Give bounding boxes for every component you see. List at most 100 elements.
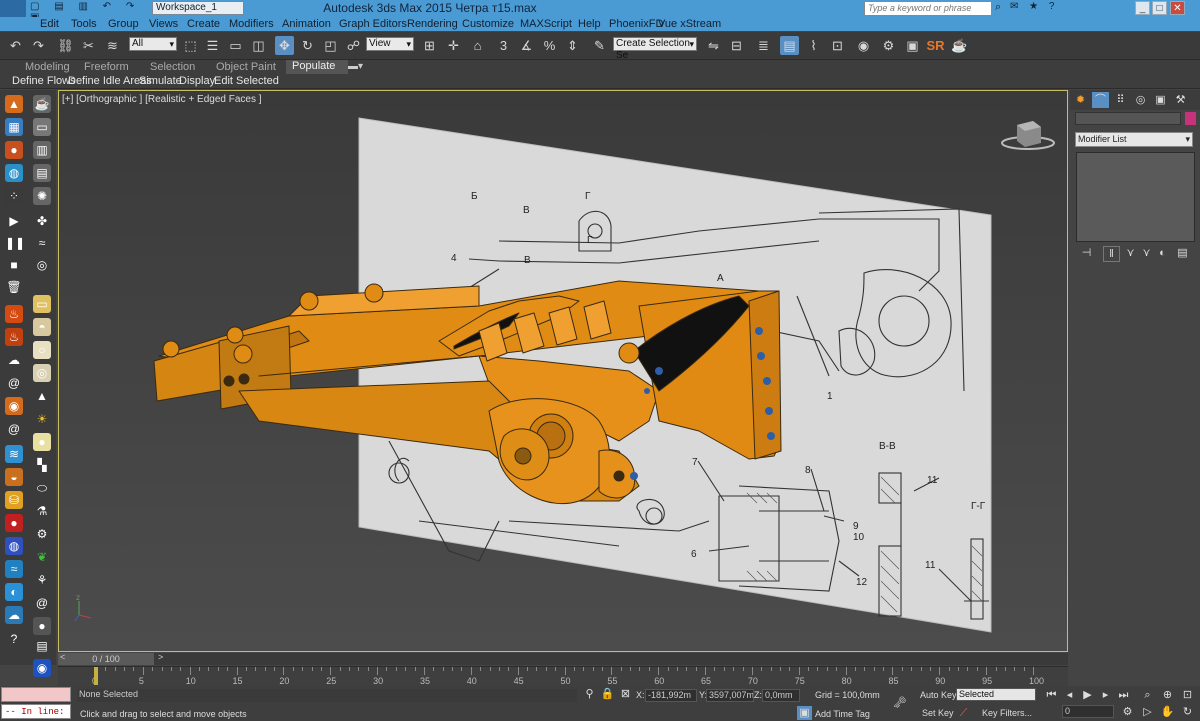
menu-create[interactable]: Create [187, 18, 220, 30]
curve-editor-icon[interactable]: ⌇ [804, 36, 823, 55]
next-frame-button-icon[interactable]: ▸ [1098, 688, 1113, 702]
tab-modeling[interactable]: Modeling [25, 61, 70, 73]
z-coordinate-field[interactable]: 0,0mm [762, 689, 800, 702]
time-tag-icon[interactable]: ▣ [797, 706, 812, 720]
pause-icon[interactable]: ❚❚ [5, 234, 25, 252]
trash-icon[interactable]: 🗑 [5, 278, 23, 296]
plant-icon[interactable]: ❦ [33, 548, 51, 566]
tab-populate[interactable]: Populate [286, 60, 348, 74]
create-tab-icon[interactable]: ✹ [1072, 92, 1089, 108]
pan-icon[interactable]: ✋ [1160, 705, 1175, 719]
time-slider[interactable]: 0 / 100 < > [58, 652, 1068, 665]
field-of-view-icon[interactable]: ▷ [1140, 705, 1155, 719]
create-geometry-icon[interactable]: ▲ [5, 95, 23, 113]
reference-coordinate-dropdown[interactable]: View [366, 37, 414, 51]
spinner-snap-icon[interactable]: ⇕ [563, 36, 582, 55]
menu-help[interactable]: Help [578, 18, 601, 30]
zoom-icon[interactable]: ⌕ [1140, 688, 1155, 702]
menu-group[interactable]: Group [108, 18, 139, 30]
align-icon[interactable]: ⊟ [727, 36, 746, 55]
stop-icon[interactable]: ■ [5, 256, 23, 274]
bucket-icon[interactable]: ⛁ [5, 491, 23, 509]
edit-named-selection-icon[interactable]: ✎ [590, 36, 609, 55]
remove-modifier-icon[interactable]: ⋎ [1139, 246, 1154, 260]
checker-icon[interactable]: ▚ [33, 456, 51, 474]
display-tab-icon[interactable]: ▣ [1152, 92, 1169, 108]
auto-key-button[interactable]: Auto Key [920, 690, 957, 700]
cloud-icon[interactable]: ☁ [5, 606, 23, 624]
sun-icon[interactable]: ☀ [33, 410, 51, 428]
object-color-swatch[interactable] [1185, 112, 1196, 125]
current-frame-field[interactable]: 0 [1062, 705, 1114, 718]
simulate-button[interactable]: Simulate [139, 75, 182, 87]
link-icon[interactable]: ⛓ [56, 36, 75, 55]
ribbon-options-icon[interactable]: ▬▾ [348, 61, 363, 72]
wind-icon[interactable]: ≈ [33, 234, 51, 252]
material-editor-icon[interactable]: ◉ [854, 36, 873, 55]
sphere-icon[interactable]: ● [5, 141, 23, 159]
gear-icon[interactable]: ⚙ [33, 525, 51, 543]
motion-tab-icon[interactable]: ◎ [1132, 92, 1149, 108]
toggle-ribbon-icon[interactable]: ▤ [780, 36, 799, 55]
select-manipulate-icon[interactable]: ✛ [444, 36, 463, 55]
snaps-toggle-icon[interactable]: 3 [494, 36, 513, 55]
y-coordinate-field[interactable]: 3597,007m [706, 689, 754, 702]
absolute-mode-icon[interactable]: ⊠ [618, 687, 633, 701]
add-time-tag[interactable]: Add Time Tag [815, 709, 870, 719]
camera-icon[interactable]: ◎ [33, 256, 51, 274]
zoom-all-icon[interactable]: ⊕ [1160, 688, 1175, 702]
water-icon[interactable]: ≋ [5, 445, 23, 463]
menu-phoenixfd[interactable]: PhoenixFD [609, 18, 663, 30]
maxscript-listener-box[interactable] [1, 687, 71, 702]
search-input[interactable]: Type a keyword or phrase [864, 1, 992, 16]
help-icon[interactable]: ? [5, 630, 23, 648]
unlink-icon[interactable]: ✂ [79, 36, 98, 55]
dome-icon[interactable]: ◓ [33, 318, 51, 336]
grid-icon[interactable]: ▤ [33, 164, 51, 182]
menu-rendering[interactable]: Rendering [407, 18, 458, 30]
menu-customize[interactable]: Customize [462, 18, 514, 30]
current-frame-marker[interactable] [94, 667, 98, 685]
next-frame-icon[interactable]: > [158, 652, 163, 662]
show-end-result-icon[interactable]: ‖ [1103, 246, 1120, 262]
mirror-icon[interactable]: ⇋ [704, 36, 723, 55]
named-selection-sets-dropdown[interactable]: Create Selection Se [613, 37, 697, 61]
scanline-render-icon[interactable]: SR [926, 36, 945, 55]
orbit-icon[interactable]: ↻ [1180, 705, 1195, 719]
key-mode-dropdown[interactable]: Selected [956, 688, 1036, 701]
plane-icon[interactable]: ▭ [33, 118, 51, 136]
help-icons[interactable]: ✉ ★ ? [1010, 1, 1058, 12]
cone-icon[interactable]: ▲ [33, 387, 51, 405]
teapot-icon[interactable]: ☕ [33, 95, 51, 113]
redo-icon[interactable]: ↷ [29, 36, 48, 55]
modifier-stack[interactable] [1076, 152, 1195, 242]
box-icon[interactable]: ▦ [5, 118, 23, 136]
configure-sets-icon[interactable]: ▤ [1175, 246, 1190, 260]
disc-icon[interactable]: ○ [33, 341, 51, 359]
window-crossing-icon[interactable]: ◫ [249, 36, 268, 55]
pivot-center-icon[interactable]: ⊞ [420, 36, 439, 55]
make-unique-icon[interactable]: ⋎ [1123, 246, 1138, 260]
menu-views[interactable]: Views [149, 18, 178, 30]
track-bar[interactable]: 0510152025303540455055606570758085909510… [58, 666, 1068, 687]
minimize-button[interactable]: _ [1135, 1, 1150, 15]
globe-icon[interactable]: ◍ [5, 537, 23, 555]
smoke-icon[interactable]: ☁ [5, 351, 23, 369]
play-icon[interactable]: ▶ [5, 212, 23, 230]
lock-selection-icon[interactable]: 🔒 [600, 687, 615, 701]
maxscript-inline[interactable]: -- In line: [1, 704, 71, 719]
key-filters-button[interactable]: Key Filters... [982, 708, 1032, 718]
angle-snap-icon[interactable]: ∡ [517, 36, 536, 55]
key-filter-icon[interactable]: ⟋ [956, 706, 971, 720]
ring-icon[interactable]: ◎ [33, 364, 51, 382]
rope-icon[interactable]: @ [33, 594, 51, 612]
select-by-name-icon[interactable]: ☰ [203, 36, 222, 55]
flame-icon[interactable]: ♨ [5, 328, 23, 346]
ball-icon[interactable]: ● [5, 514, 23, 532]
previous-frame-icon[interactable]: ◂ [1062, 688, 1077, 702]
menu-tools[interactable]: Tools [71, 18, 97, 30]
vortex-icon[interactable]: @ [5, 374, 23, 392]
go-to-start-icon[interactable]: ⏮ [1044, 688, 1059, 702]
select-and-move-icon[interactable]: ✥ [275, 36, 294, 55]
menu-modifiers[interactable]: Modifiers [229, 18, 274, 30]
